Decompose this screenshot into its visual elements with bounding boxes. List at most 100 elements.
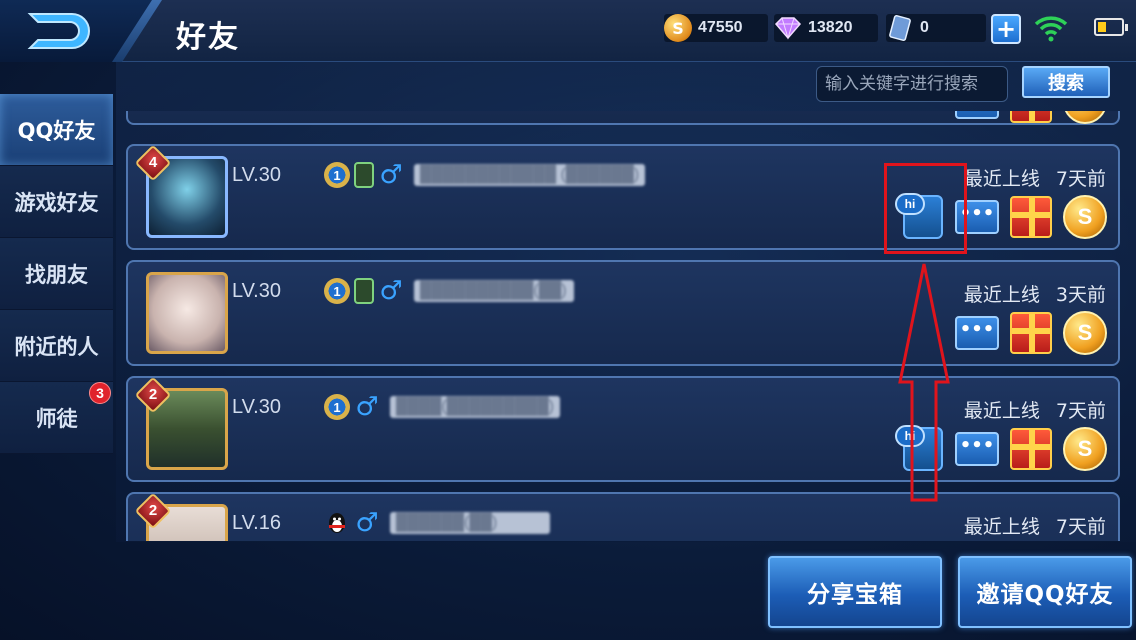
chat-button-wrap[interactable]: ••• xyxy=(954,426,1000,472)
sidebar-item-mentor[interactable]: 师徒 3 xyxy=(0,382,113,454)
last-online-label: 最近上线 xyxy=(963,284,1040,306)
friend-actions: ••• S xyxy=(954,310,1108,356)
invite-qq-friends-button[interactable]: 邀请QQ好友 xyxy=(958,556,1132,628)
sidebar-item-label: 附近的人 xyxy=(14,334,99,359)
gift-button[interactable] xyxy=(1010,312,1052,354)
page-title: 好友 xyxy=(176,20,240,55)
search-button[interactable]: 搜索 xyxy=(1022,66,1110,98)
gift-button-wrap[interactable] xyxy=(1008,194,1054,240)
phone-icon xyxy=(354,278,374,304)
friend-name: ██████████(██) xyxy=(414,280,574,302)
gift-button-wrap[interactable] xyxy=(1008,111,1054,125)
coin-button-wrap[interactable]: S xyxy=(1062,111,1108,125)
qq-penguin-icon xyxy=(324,510,350,536)
diamond-counter: 13820 xyxy=(774,14,878,42)
friend-row: ••• S xyxy=(126,111,1120,125)
back-arrow-icon xyxy=(27,13,90,49)
friend-name: ████(█████████) xyxy=(390,396,561,418)
male-gender-icon: ♂ xyxy=(379,276,403,306)
sidebar-item-game-friends[interactable]: 游戏好友 xyxy=(0,166,113,238)
sidebar-item-find-friends[interactable]: 找朋友 xyxy=(0,238,113,310)
coin-button-wrap[interactable]: S xyxy=(1062,194,1108,240)
ticket-icon xyxy=(886,14,914,42)
last-online-value: 3天前 xyxy=(1055,284,1106,306)
send-coin-button[interactable]: S xyxy=(1063,195,1107,239)
search-input[interactable] xyxy=(816,66,1008,102)
star-level-icon: 1 xyxy=(324,162,350,188)
friend-info: ♂ ██████(██) xyxy=(324,508,550,538)
ticket-counter: 0 xyxy=(886,14,986,42)
gift-button[interactable] xyxy=(1010,111,1052,123)
coin-button-wrap[interactable]: S xyxy=(1062,310,1108,356)
gold-counter: S 47550 xyxy=(664,14,768,42)
gold-coin-icon: S xyxy=(664,14,692,42)
sidebar-item-label: QQ好友 xyxy=(17,118,96,143)
friend-info: 1 ♂ ████(█████████) xyxy=(324,392,561,422)
ticket-value: 0 xyxy=(920,19,929,36)
male-gender-icon: ♂ xyxy=(379,160,403,190)
male-gender-icon: ♂ xyxy=(355,508,379,538)
last-online-label: 最近上线 xyxy=(963,168,1040,190)
sidebar-item-label: 游戏好友 xyxy=(14,190,99,215)
gift-button[interactable] xyxy=(1010,196,1052,238)
bottom-bar: 分享宝箱 邀请QQ好友 xyxy=(116,544,1136,640)
add-currency-button[interactable]: + xyxy=(991,14,1021,44)
friend-row[interactable]: 4 LV.30 1 ♂ ████████████ (██████) 最近上线 7… xyxy=(126,144,1120,250)
chat-button-wrap[interactable]: ••• xyxy=(954,310,1000,356)
friend-info: 1 ♂ ██████████(██) xyxy=(324,276,574,306)
diamond-icon xyxy=(774,14,802,42)
star-level-icon: 1 xyxy=(324,278,350,304)
friend-info: 1 ♂ ████████████ (██████) xyxy=(324,160,646,190)
avatar-wrap: 2 xyxy=(134,376,232,474)
gift-button[interactable] xyxy=(1010,428,1052,470)
gift-button-wrap[interactable] xyxy=(1008,310,1054,356)
male-gender-icon: ♂ xyxy=(355,392,379,422)
sidebar: QQ好友 游戏好友 找朋友 附近的人 师徒 3 xyxy=(0,94,113,454)
level-label: LV.16 xyxy=(232,512,281,534)
avatar-wrap xyxy=(142,268,232,358)
friend-name: ████████████ (██████) xyxy=(414,164,646,186)
friend-list[interactable]: ••• S 4 LV.30 1 ♂ ████████████ (██████) … xyxy=(116,111,1136,541)
friend-row[interactable]: 2 LV.30 1 ♂ ████(█████████) 最近上线 7天前 hi … xyxy=(126,376,1120,482)
send-coin-button[interactable]: S xyxy=(1063,427,1107,471)
avatar-wrap: 4 xyxy=(134,144,232,242)
last-online-value: 7天前 xyxy=(1055,400,1106,422)
coin-button-wrap[interactable]: S xyxy=(1062,426,1108,472)
star-level-icon: 1 xyxy=(324,394,350,420)
send-coin-button[interactable]: S xyxy=(1063,311,1107,355)
battery-icon xyxy=(1094,18,1128,36)
gift-button-wrap[interactable] xyxy=(1008,426,1054,472)
avatar[interactable] xyxy=(146,272,228,354)
last-online-label: 最近上线 xyxy=(963,400,1040,422)
last-online-value: 7天前 xyxy=(1055,516,1106,538)
sidebar-item-label: 师徒 xyxy=(35,406,78,431)
notification-badge: 3 xyxy=(89,382,111,404)
chat-button[interactable]: ••• xyxy=(955,432,999,466)
friend-name: ██████(██) xyxy=(390,512,550,534)
chat-button[interactable]: ••• xyxy=(955,316,999,350)
chat-button-wrap[interactable]: ••• xyxy=(954,111,1000,125)
last-online: 最近上线 7天前 xyxy=(964,396,1106,423)
avatar-wrap: 2 xyxy=(134,492,232,541)
wifi-icon xyxy=(1034,16,1068,42)
diamond-value: 13820 xyxy=(808,19,853,36)
sidebar-item-nearby[interactable]: 附近的人 xyxy=(0,310,113,382)
level-label: LV.30 xyxy=(232,164,281,186)
top-bar: 好友 S 47550 13820 0 + xyxy=(0,0,1136,62)
last-online: 最近上线 3天前 xyxy=(964,280,1106,307)
up-arrow-annotation-icon xyxy=(898,263,950,502)
friend-actions: ••• S xyxy=(954,111,1108,125)
last-online-value: 7天前 xyxy=(1055,168,1106,190)
last-online: 最近上线 7天前 xyxy=(964,512,1106,539)
last-online: 最近上线 7天前 xyxy=(964,164,1106,191)
friend-row[interactable]: 2 LV.16 ♂ ██████(██) 最近上线 7天前 xyxy=(126,492,1120,541)
battery-level xyxy=(1098,22,1106,32)
share-chest-button[interactable]: 分享宝箱 xyxy=(768,556,942,628)
send-coin-button[interactable]: S xyxy=(1063,111,1107,124)
last-online-label: 最近上线 xyxy=(963,516,1040,538)
level-label: LV.30 xyxy=(232,396,281,418)
chat-button[interactable]: ••• xyxy=(955,111,999,119)
sidebar-item-qq-friends[interactable]: QQ好友 xyxy=(0,94,113,166)
friend-row[interactable]: LV.30 1 ♂ ██████████(██) 最近上线 3天前 ••• S xyxy=(126,260,1120,366)
gold-value: 47550 xyxy=(698,19,743,36)
